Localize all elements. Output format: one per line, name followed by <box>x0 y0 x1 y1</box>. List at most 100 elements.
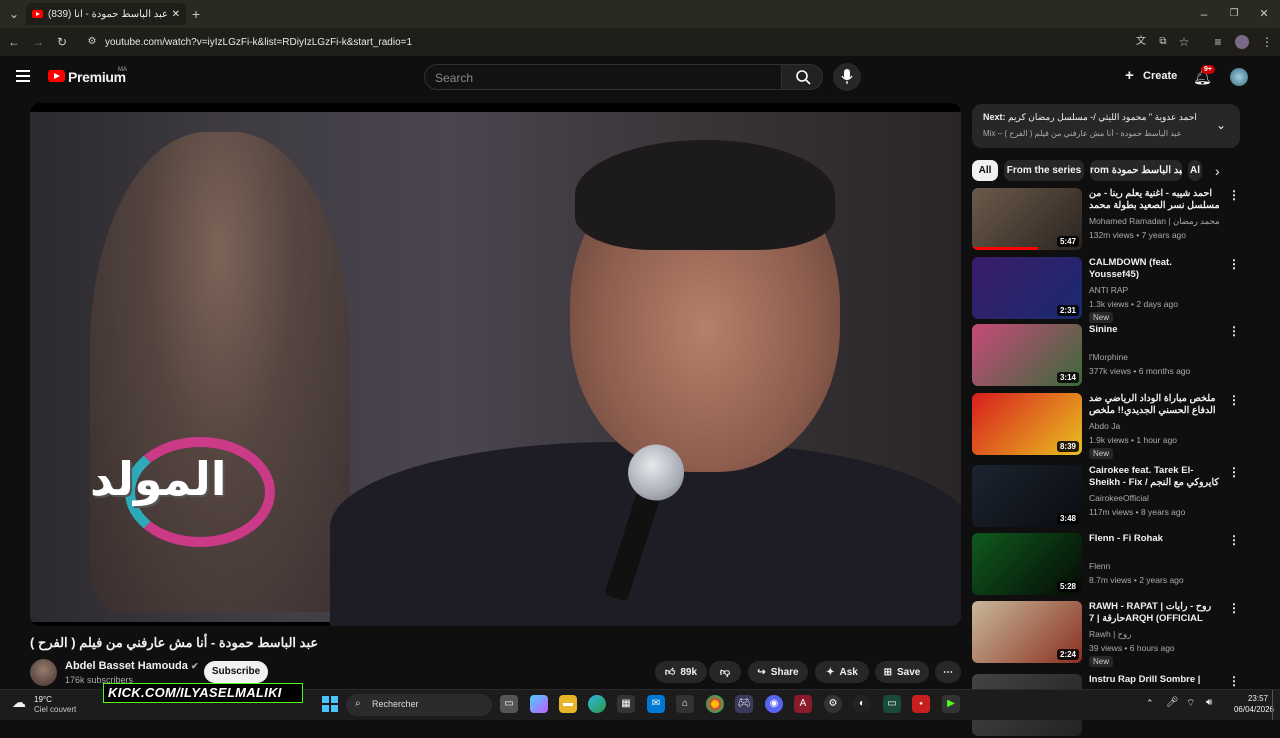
recommendation-channel[interactable]: l'Morphine <box>1089 352 1128 362</box>
subscribe-button[interactable]: Subscribe <box>204 661 268 683</box>
site-info-icon[interactable]: ⚙ <box>84 34 100 50</box>
more-options-icon[interactable]: ⋮ <box>1228 393 1240 407</box>
youtube-logo-icon[interactable] <box>48 70 65 82</box>
recommendation-title[interactable]: احمد شيبه - اغنية يعلم ربنا - من مسلسل ن… <box>1089 188 1221 212</box>
video-thumbnail[interactable]: 3:48 <box>972 465 1082 527</box>
recommendation-channel[interactable]: Rawh | روح <box>1089 629 1131 640</box>
arc-icon[interactable]: A <box>794 695 812 713</box>
browser-tab[interactable]: (839) عبد الباسط حمودة - أنا ✕ <box>26 3 186 25</box>
recommendation-item[interactable]: 3:14 Sinine l'Morphine 377k views • 6 month… <box>972 324 1240 388</box>
more-options-icon[interactable]: ⋮ <box>1228 601 1240 615</box>
app-icon-generic[interactable]: ▦ <box>617 695 635 713</box>
recommendation-item[interactable]: 2:24 RAWH - RAPAT | روح - رايات حارقة | 7… <box>972 601 1240 667</box>
recommendation-item[interactable]: 8:39 ملخص مباراة الوداد الرياضي ضد الدفاع… <box>972 393 1240 459</box>
tab-list-chevron-icon[interactable]: ⌄ <box>6 6 22 22</box>
recommendation-item[interactable]: 5:28 Flenn - Fi Rohak Flenn 8.7m views • 2 … <box>972 533 1240 597</box>
clock-time[interactable]: 23:57 <box>1224 694 1268 703</box>
new-tab-icon[interactable]: + <box>188 6 204 22</box>
weather-temp[interactable]: 19°C <box>34 695 52 704</box>
video-thumbnail[interactable]: 8:39 <box>972 393 1082 455</box>
edge-icon[interactable] <box>588 695 606 713</box>
mail-icon[interactable]: ✉ <box>647 695 665 713</box>
recommendation-title[interactable]: RAWH - RAPAT | روح - رايات حارقة | 7ARQH… <box>1089 601 1221 625</box>
minimize-icon[interactable]: – <box>1196 6 1212 22</box>
profile-avatar[interactable] <box>1235 35 1249 49</box>
more-options-icon[interactable]: ⋮ <box>1228 257 1240 271</box>
taskview-icon[interactable]: ▭ <box>500 695 518 713</box>
video-player[interactable]: المولد <box>30 103 961 626</box>
tray-network-icon[interactable]: ⌔ <box>1186 697 1195 710</box>
expand-chevron-icon[interactable]: ⌄ <box>1216 118 1226 132</box>
game-app-icon[interactable]: 🎮︎ <box>735 695 753 713</box>
recommendation-channel[interactable]: CairokeeOfficial <box>1089 493 1149 503</box>
save-button[interactable]: ⊞ Save <box>875 661 929 683</box>
dislike-button[interactable]: 👎︎ <box>709 661 741 683</box>
up-next-panel[interactable]: Next: ح اليوم /- احمد عدوية " محمود اللي… <box>972 104 1240 148</box>
chip-from-series[interactable]: From the series <box>1004 160 1084 181</box>
recommendation-item[interactable]: 5:47 احمد شيبه - اغنية يعلم ربنا - من مسل… <box>972 188 1240 252</box>
search-button[interactable] <box>781 64 823 90</box>
obs-icon[interactable]: ● <box>912 695 930 713</box>
recommendation-item[interactable]: 2:31 CALMDOWN (feat. Youssef45) ANTI RAP 1.… <box>972 257 1240 323</box>
bookmark-star-icon[interactable]: ☆ <box>1176 34 1192 50</box>
maximize-icon[interactable]: ❐ <box>1226 6 1242 22</box>
chrome-icon[interactable] <box>706 695 724 713</box>
cast-icon[interactable]: ⧉ <box>1155 34 1171 50</box>
window-close-icon[interactable]: ✕ <box>1256 6 1272 22</box>
like-button[interactable]: 👍︎ 89k <box>655 661 707 683</box>
video-thumbnail[interactable]: 5:47 <box>972 188 1082 250</box>
recommendation-channel[interactable]: ANTI RAP <box>1089 285 1128 295</box>
recommendation-title[interactable]: Sinine <box>1089 324 1221 336</box>
more-options-icon[interactable]: ⋮ <box>1228 324 1240 338</box>
url-field[interactable]: ⚙ youtube.com/watch?v=iyIzLGzFi-k&list=R… <box>80 31 1200 53</box>
hamburger-menu-icon[interactable] <box>16 70 30 82</box>
recommendation-title[interactable]: CALMDOWN (feat. Youssef45) <box>1089 257 1221 281</box>
chip-from-channel[interactable]: From عبد الباسط حمودة <box>1090 160 1182 181</box>
app-icon-dark[interactable]: ◐ <box>853 695 871 713</box>
tray-overflow-icon[interactable]: ⌃ <box>1146 698 1154 709</box>
more-options-icon[interactable]: ⋮ <box>1228 674 1240 688</box>
chip-all[interactable]: All <box>972 160 998 181</box>
video-thumbnail[interactable]: 2:24 <box>972 601 1082 663</box>
recommendation-channel[interactable]: Mohamed Ramadan | محمد رمضان <box>1089 216 1220 227</box>
windows-start-icon[interactable] <box>322 696 338 712</box>
voice-search-button[interactable] <box>833 63 861 91</box>
recommendation-item[interactable]: 3:48 Cairokee feat. Tarek El-Sheikh - Fix… <box>972 465 1240 529</box>
chip-more[interactable]: Al <box>1188 160 1202 181</box>
recommendation-title[interactable]: Instru Rap Drill Sombre | <box>1089 674 1221 686</box>
more-options-icon[interactable]: ⋮ <box>1228 465 1240 479</box>
steam-icon[interactable]: ⚙ <box>824 695 842 713</box>
tray-mic-icon[interactable]: 🎤︎ <box>1166 697 1179 708</box>
copilot-icon[interactable] <box>530 695 548 713</box>
recommendation-title[interactable]: ملخص مباراة الوداد الرياضي ضد الدفاع الح… <box>1089 393 1221 417</box>
terminal-icon[interactable]: ▭ <box>883 695 901 713</box>
weather-icon[interactable]: ☁ <box>12 694 26 711</box>
file-explorer-icon[interactable]: ▬ <box>559 695 577 713</box>
tray-volume-icon[interactable]: 🔊︎ <box>1206 697 1212 708</box>
create-plus-icon[interactable]: + <box>1125 68 1134 83</box>
chips-next-arrow-icon[interactable]: › <box>1215 163 1220 179</box>
search-input[interactable]: Search <box>424 64 782 90</box>
more-actions-button[interactable]: ⋯ <box>935 661 961 683</box>
reading-list-icon[interactable]: ≡ <box>1210 34 1226 50</box>
taskbar-search[interactable]: ⌕ Rechercher <box>346 694 492 716</box>
clock-date[interactable]: 06/04/2026 <box>1224 705 1274 714</box>
more-options-icon[interactable]: ⋮ <box>1228 533 1240 547</box>
create-button[interactable]: Create <box>1143 70 1177 82</box>
channel-name[interactable]: Abdel Basset Hamouda ✔ <box>65 660 198 672</box>
channel-avatar[interactable] <box>30 659 57 686</box>
recommendation-channel[interactable]: Flenn <box>1089 561 1110 571</box>
kick-app-icon[interactable]: ▶ <box>942 695 960 713</box>
browser-menu-icon[interactable]: ⋮ <box>1259 34 1275 50</box>
discord-icon[interactable]: ◉ <box>765 695 783 713</box>
recommendation-title[interactable]: Cairokee feat. Tarek El-Sheikh - Fix / ك… <box>1089 465 1221 489</box>
account-avatar[interactable] <box>1230 68 1248 86</box>
show-desktop-button[interactable] <box>1272 690 1273 720</box>
store-icon[interactable]: ⌂ <box>676 695 694 713</box>
recommendation-title[interactable]: Flenn - Fi Rohak <box>1089 533 1221 545</box>
video-thumbnail[interactable]: 5:28 <box>972 533 1082 595</box>
more-options-icon[interactable]: ⋮ <box>1228 188 1240 202</box>
recommendation-channel[interactable]: Abdo Ja <box>1089 421 1120 431</box>
ask-button[interactable]: ✦ Ask <box>815 661 869 683</box>
share-button[interactable]: ↪ Share <box>748 661 808 683</box>
